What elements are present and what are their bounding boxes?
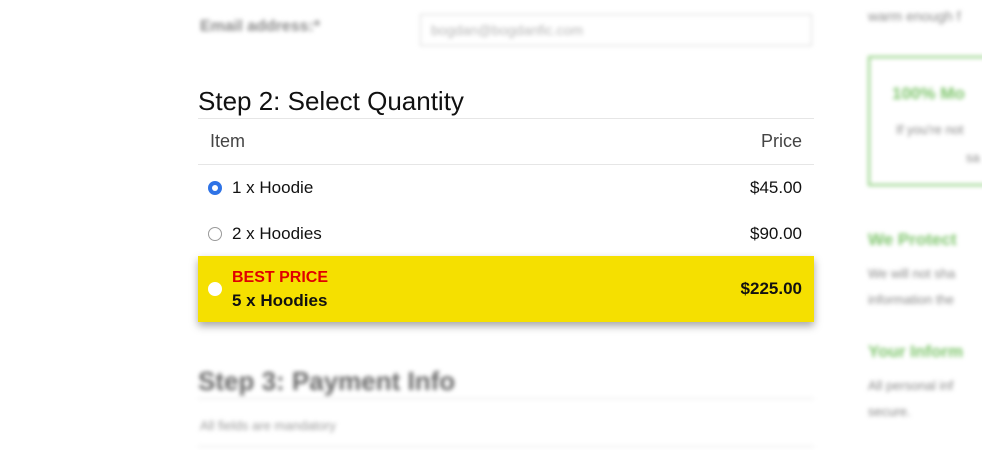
quantity-option-best-price[interactable]: BEST PRICE 5 x Hoodies $225.00 — [198, 256, 814, 322]
step3-title: Step 3: Payment Info — [198, 366, 456, 396]
guarantee-title: 100% Mo — [892, 84, 965, 103]
divider — [198, 164, 814, 165]
sidebar-heading: Your Inform — [868, 342, 964, 361]
quantity-option-price: $90.00 — [750, 224, 802, 243]
quantity-option-label: 5 x Hoodies — [232, 291, 328, 310]
quantity-option-label: 2 x Hoodies — [232, 224, 322, 243]
quantity-option-2[interactable]: 2 x Hoodies $90.00 — [198, 218, 814, 250]
guarantee-box: 100% Mo If you're not sa — [868, 56, 982, 186]
step3-note: All fields are mandatory — [200, 418, 336, 433]
email-label: Email address:* — [200, 18, 321, 35]
divider — [198, 118, 814, 119]
sidebar-heading: We Protect — [868, 230, 957, 249]
quantity-option-left: 1 x Hoodie — [208, 178, 313, 198]
quantity-option-label: 1 x Hoodie — [232, 178, 314, 197]
quantity-option-price: $225.00 — [740, 279, 802, 298]
guarantee-text: sa — [966, 150, 980, 165]
radio-button[interactable] — [208, 282, 222, 296]
sidebar-text: secure. — [868, 404, 911, 419]
quantity-option-left: BEST PRICE 5 x Hoodies — [208, 266, 328, 312]
sidebar-text: All personal inf — [868, 378, 954, 393]
radio-button[interactable] — [208, 227, 222, 241]
radio-button-selected[interactable] — [208, 181, 222, 195]
best-price-badge: BEST PRICE — [232, 269, 329, 286]
column-header-item: Item — [210, 131, 246, 151]
divider — [198, 398, 814, 399]
best-price-text: BEST PRICE 5 x Hoodies — [232, 266, 328, 312]
quantity-option-left: 2 x Hoodies — [208, 224, 322, 244]
sidebar-text: information the — [868, 292, 954, 307]
step2-title: Step 2: Select Quantity — [198, 86, 464, 116]
divider — [198, 446, 814, 447]
guarantee-text: If you're not — [896, 122, 964, 137]
sidebar-text: We will not sha — [868, 266, 956, 281]
quantity-option-1[interactable]: 1 x Hoodie $45.00 — [198, 172, 814, 204]
quantity-option-price: $45.00 — [750, 178, 802, 197]
sidebar-top-text: warm enough f — [868, 8, 961, 24]
column-header-price: Price — [760, 131, 802, 151]
email-field[interactable]: bogdan@bogdanfic.com — [420, 14, 812, 46]
